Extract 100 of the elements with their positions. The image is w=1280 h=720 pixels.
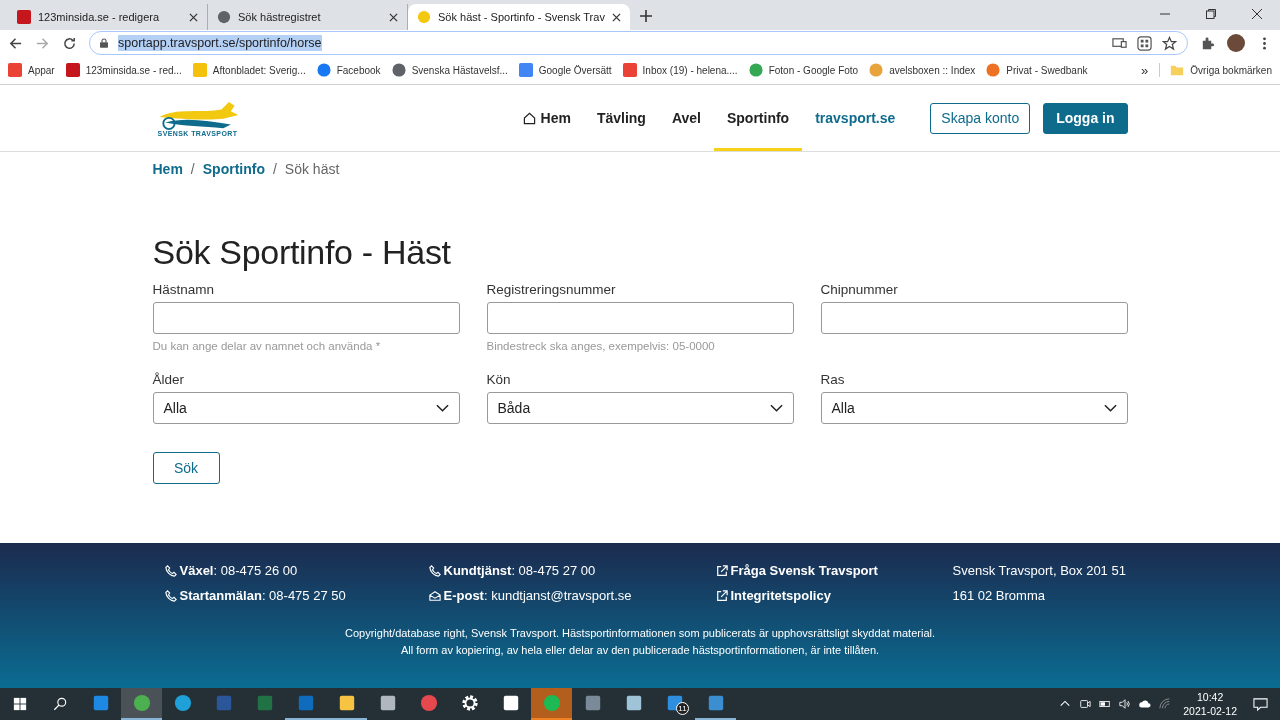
reload-icon[interactable]	[62, 35, 77, 51]
app-icon	[173, 694, 192, 712]
breadcrumb-current: Sök häst	[284, 161, 340, 179]
input-field[interactable]	[152, 302, 460, 334]
bookmark[interactable]: Privat - Swedbank	[986, 63, 1088, 77]
app-icon	[296, 694, 315, 712]
search-button[interactable]: Sök	[152, 452, 220, 484]
phone-icon	[428, 564, 441, 577]
app-icon	[255, 694, 274, 712]
profile-avatar[interactable]	[1227, 34, 1245, 52]
breadcrumb-link[interactable]: Hem	[152, 161, 183, 185]
nav-link[interactable]: Hem	[509, 85, 584, 151]
close-icon[interactable]	[189, 12, 198, 22]
close-icon[interactable]	[389, 12, 398, 22]
tab-title: Sök häst - Sportinfo - Svensk Trav	[438, 11, 605, 23]
favicon-icon	[748, 63, 763, 77]
field-label: Kön	[486, 372, 512, 387]
contact-info: E-post: kundtjanst@travsport.se	[443, 588, 632, 603]
extensions-icon[interactable]	[1200, 35, 1215, 51]
bookmark[interactable]: Appar	[8, 63, 55, 77]
field-hint: Bindestreck ska anges, exempelvis: 05-0000	[486, 340, 716, 352]
home-icon	[522, 111, 536, 125]
browser-tab[interactable]: Sök häst - Sportinfo - Svensk Trav	[408, 4, 630, 30]
contact-info: Växel: 08-475 26 00	[179, 563, 298, 578]
bookmark[interactable]: avelsboxen :: Index	[869, 63, 976, 77]
camera-icon[interactable]	[1079, 698, 1092, 710]
app-icon	[542, 694, 561, 712]
close-icon[interactable]	[1251, 8, 1263, 20]
favicon-icon	[869, 63, 884, 77]
phone-icon	[164, 589, 177, 602]
cast-icon[interactable]	[1112, 35, 1127, 51]
more-bookmarks-button[interactable]: »	[1141, 62, 1149, 78]
favicon-icon	[986, 63, 1001, 77]
nav-link[interactable]: travsport.se	[802, 85, 909, 151]
chevron-down-icon	[1103, 404, 1117, 412]
footer-link[interactable]: Fråga Svensk Travsport	[730, 563, 878, 578]
input-field[interactable]	[820, 302, 1128, 334]
external-link-icon	[715, 589, 728, 602]
favicon-icon	[417, 10, 431, 24]
battery-icon[interactable]	[1099, 698, 1112, 710]
select-dropdown[interactable]: Båda	[486, 392, 794, 424]
nav-link[interactable]: Sportinfo	[713, 85, 803, 151]
bookmark[interactable]: Svenska Hästavelsf...	[391, 63, 508, 77]
speaker-icon[interactable]	[1119, 698, 1132, 710]
bookmark[interactable]: Foton - Google Foto	[748, 63, 859, 77]
copyright-text: Copyright/database right, Svensk Travsport. Hästsportinformationen som publicerats är upphovsrättsligt skyddat material. All form av kopiering, av hela eller delar av den publicerade hästsportinformationen, är inte tillåten.	[344, 626, 936, 658]
folder-icon	[1170, 63, 1185, 77]
close-icon[interactable]	[611, 12, 621, 22]
field-label: Ålder	[152, 372, 185, 387]
chevron-down-icon	[769, 404, 783, 412]
phone-icon	[164, 564, 177, 577]
bookmark[interactable]: Google Översätt	[518, 63, 612, 77]
contact-info: Kundtjänst: 08-475 27 00	[443, 563, 596, 578]
star-icon[interactable]	[1162, 35, 1177, 51]
bookmark[interactable]: 123minsida.se - red...	[65, 63, 182, 77]
field-label: Chipnummer	[820, 282, 899, 297]
breadcrumb-link[interactable]: Sportinfo	[202, 161, 265, 185]
nav-link[interactable]: Tävling	[583, 85, 659, 151]
new-tab-icon[interactable]	[639, 10, 652, 22]
browser-tab[interactable]: 123minsida.se - redigera	[8, 4, 208, 30]
wifi-icon[interactable]	[1159, 698, 1172, 710]
breadcrumb-separator: /	[190, 161, 195, 179]
input-field[interactable]	[486, 302, 794, 334]
bookmark[interactable]: Facebook	[316, 63, 381, 77]
qr-code-icon[interactable]	[1137, 35, 1152, 51]
tab-title: Sök hästregistret	[238, 11, 322, 23]
login-button[interactable]: Logga in	[1043, 102, 1128, 134]
app-icon	[460, 694, 479, 712]
restore-icon[interactable]	[1205, 8, 1217, 20]
taskbar-app[interactable]: 11	[654, 688, 695, 720]
contact-info: Startanmälan: 08-475 27 50	[179, 588, 346, 603]
select-dropdown[interactable]: Alla	[820, 392, 1128, 424]
bookmark[interactable]: Aftonbladet: Sverig...	[192, 63, 306, 77]
browser-tab[interactable]: Sök hästregistret	[208, 4, 408, 30]
url-text: sportapp.travsport.se/sportinfo/horse	[118, 35, 322, 51]
bookmark[interactable]: Inbox (19) - helena....	[622, 63, 738, 77]
app-icon	[419, 694, 438, 712]
notifications-icon[interactable]	[1253, 696, 1268, 712]
favicon-icon	[316, 63, 331, 77]
page-heading: Sök Sportinfo - Häst	[152, 233, 452, 272]
field-label: Ras	[820, 372, 846, 387]
address-text: 161 02 Bromma	[952, 588, 1045, 603]
system-clock[interactable]: 10:42 2021-02-12	[1183, 690, 1237, 718]
cloud-icon[interactable]	[1139, 698, 1152, 710]
external-link-icon	[715, 564, 728, 577]
favicon-icon	[65, 63, 80, 77]
app-icon	[583, 694, 602, 712]
favicon-icon	[622, 63, 637, 77]
bookmark-folder[interactable]: Övriga bokmärken	[1159, 63, 1272, 77]
favicon-icon	[518, 63, 533, 77]
app-icon	[132, 694, 151, 712]
nav-link[interactable]: Avel	[658, 85, 714, 151]
footer-link[interactable]: Integritetspolicy	[730, 588, 831, 603]
select-dropdown[interactable]: Alla	[152, 392, 460, 424]
field-label: Hästnamn	[152, 282, 216, 297]
favicon-icon	[8, 63, 22, 77]
app-icon	[378, 694, 397, 712]
app-icon	[706, 694, 725, 712]
create-account-button[interactable]: Skapa konto	[930, 102, 1031, 134]
chevron-down-icon	[435, 404, 449, 412]
